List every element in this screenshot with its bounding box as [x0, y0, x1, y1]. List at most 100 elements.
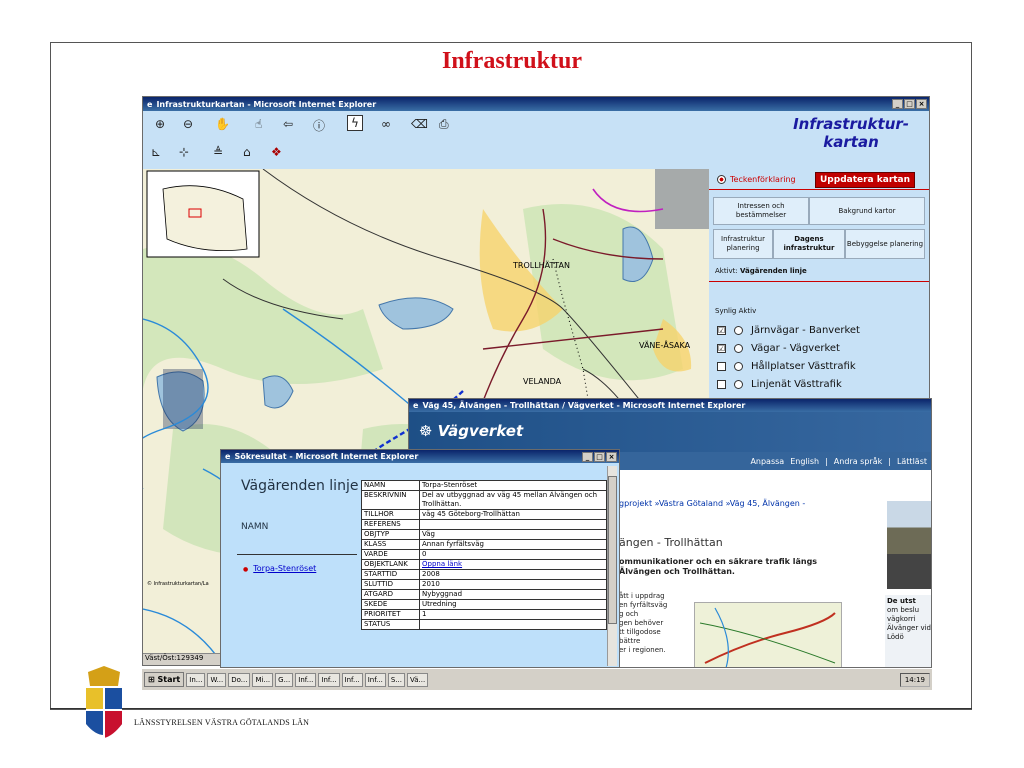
measure-icon[interactable]: ⊾	[151, 145, 161, 159]
legend-radio[interactable]	[717, 175, 726, 184]
scrollbar[interactable]	[607, 466, 617, 666]
nav-anpassa[interactable]: Anpassa	[750, 457, 784, 466]
attribute-key: OBJEKTLANK	[361, 559, 420, 570]
taskbar-button[interactable]: Inf...	[318, 672, 340, 687]
close-icon[interactable]: ×	[606, 451, 617, 462]
maximize-icon[interactable]: □	[904, 99, 915, 109]
info-icon[interactable]: ⓘ	[313, 117, 325, 134]
active-radio[interactable]	[734, 362, 743, 371]
taskbar-button[interactable]: In...	[186, 672, 206, 687]
lightning-icon[interactable]: ϟ	[347, 115, 363, 131]
visible-checkbox[interactable]	[717, 362, 726, 371]
coat-of-arms-logo	[86, 666, 122, 738]
breadcrumb-link[interactable]: gprojekt	[619, 499, 652, 508]
close-icon[interactable]: ×	[916, 99, 927, 109]
attribute-key: OBJTYP	[361, 529, 420, 540]
layer-row-jarnvagar[interactable]: ☑ Järnvägar - Banverket	[717, 325, 860, 336]
attribute-row: REFERENS	[361, 519, 607, 530]
nav-andra-sprak[interactable]: Andra språk	[834, 457, 882, 466]
layer-row-linjenat[interactable]: Linjenät Västtrafik	[717, 379, 842, 390]
back-arrow-icon[interactable]: ⇦	[283, 117, 293, 131]
roadwork-photo	[887, 501, 931, 589]
attribute-value	[419, 619, 607, 630]
attribute-key: ATGARD	[361, 589, 420, 600]
tab-bebyggelse-planering[interactable]: Bebyggelse planering	[845, 229, 925, 259]
ie-icon: e	[225, 452, 231, 461]
active-radio[interactable]	[734, 344, 743, 353]
nav-english[interactable]: English	[790, 457, 819, 466]
vagverket-window-title: Väg 45, Älvängen - Trollhättan / Vägverk…	[422, 401, 746, 410]
map-label-vane-asaka: VÄNE-ÅSAKA	[639, 341, 691, 350]
legend-row[interactable]: Teckenförklaring	[717, 175, 796, 184]
vagverket-logo: ☸ Vägverket	[419, 422, 524, 440]
nav-separator: |	[825, 456, 828, 466]
layer-row-vagar[interactable]: ☑ Vägar - Vägverket	[717, 343, 840, 354]
layer-icon[interactable]: ≜	[213, 145, 223, 159]
taskbar-button[interactable]: Mi...	[252, 672, 274, 687]
attribute-row: KLASS Annan fyrfältsväg	[361, 539, 607, 550]
taskbar-button[interactable]: Vä...	[406, 672, 429, 687]
vagverket-header: ☸ Vägverket	[409, 412, 931, 452]
taskbar-button[interactable]: S...	[387, 672, 405, 687]
binoculars-icon[interactable]: ∞	[381, 117, 391, 131]
zoom-out-icon[interactable]: ⊖	[183, 117, 193, 131]
taskbar-button[interactable]: Inf...	[295, 672, 317, 687]
taskbar-button[interactable]: Inf...	[364, 672, 386, 687]
active-radio[interactable]	[734, 380, 743, 389]
active-layer: Aktivt: Vägärenden linje	[715, 267, 807, 275]
minimize-icon[interactable]: _	[582, 451, 593, 462]
nav-lattlast[interactable]: Lättläst	[897, 457, 927, 466]
attribute-key: NAMN	[361, 480, 420, 491]
tab-intressen[interactable]: Intressen och bestämmelser	[713, 197, 809, 225]
ie-window-title: Infrastrukturkartan - Microsoft Internet…	[156, 99, 377, 109]
eraser-icon[interactable]: ⌫	[411, 117, 428, 131]
visible-checkbox[interactable]: ☑	[717, 344, 726, 353]
attribute-value: 0	[419, 549, 607, 560]
coordinate-icon[interactable]: ⊹	[179, 145, 189, 159]
area-icon[interactable]: ⌂	[243, 145, 251, 159]
start-button[interactable]: ⊞ Start	[144, 672, 185, 687]
layer-row-hallplatser[interactable]: Hållplatser Västtrafik	[717, 361, 856, 372]
attribute-value: Annan fyrfältsväg	[419, 539, 607, 550]
divider	[237, 554, 357, 555]
maximize-icon[interactable]: □	[594, 451, 605, 462]
visible-checkbox[interactable]	[717, 380, 726, 389]
attribute-value[interactable]: Öppna länk	[419, 559, 607, 570]
attribute-row: ATGARD Nybyggnad	[361, 589, 607, 600]
attribute-key: REFERENS	[361, 519, 420, 530]
route-map-graphic	[699, 607, 836, 667]
aside-box: De utst om beslu vägkorri Älvänger vid L…	[885, 595, 931, 667]
brand-logo: Infrastruktur- kartan	[793, 115, 909, 151]
tab-dagens-infrastruktur[interactable]: Dagens infrastruktur	[773, 229, 845, 259]
print-icon[interactable]: ⎙	[439, 117, 449, 132]
pan-hand-icon[interactable]: ✋	[215, 117, 230, 131]
attribute-key: PRIORITET	[361, 609, 420, 620]
result-link[interactable]: Torpa-Stenröset	[243, 564, 316, 573]
update-map-button[interactable]: Uppdatera kartan	[815, 172, 916, 188]
route-map-image[interactable]	[694, 602, 842, 667]
tab-bakgrund[interactable]: Bakgrund kartor	[809, 197, 925, 225]
minimize-icon[interactable]: _	[892, 99, 903, 109]
select-icon[interactable]: ☝	[255, 117, 262, 131]
search-titlebar: e Sökresultat - Microsoft Internet Explo…	[221, 450, 619, 463]
visible-checkbox[interactable]: ☑	[717, 326, 726, 335]
attribute-value	[419, 519, 607, 530]
taskbar-button[interactable]: W...	[207, 672, 227, 687]
tab-infrastruktur-planering[interactable]: Infrastruktur planering	[713, 229, 773, 259]
scrollbar-thumb[interactable]	[608, 476, 617, 624]
taskbar-button[interactable]: G...	[275, 672, 294, 687]
attribute-row: SKEDE Utredning	[361, 599, 607, 610]
attribute-row: BESKRIVNIN Del av utbyggnad av väg 45 mel…	[361, 490, 607, 510]
attribute-key: STATUS	[361, 619, 420, 630]
taskbar-button[interactable]: Inf...	[341, 672, 363, 687]
attribute-row: STATUS	[361, 619, 607, 630]
vagverket-titlebar: e Väg 45, Älvängen - Trollhättan / Vägve…	[409, 399, 931, 412]
system-tray-clock: 14:19	[899, 672, 930, 687]
zoom-in-icon[interactable]: ⊕	[155, 117, 165, 131]
active-radio[interactable]	[734, 326, 743, 335]
page-heading: ängen - Trollhättan	[619, 536, 723, 549]
book-icon[interactable]: ❖	[271, 145, 282, 159]
attribute-key: KLASS	[361, 539, 420, 550]
taskbar-button[interactable]: Do...	[228, 672, 251, 687]
attribute-key: SKEDE	[361, 599, 420, 610]
